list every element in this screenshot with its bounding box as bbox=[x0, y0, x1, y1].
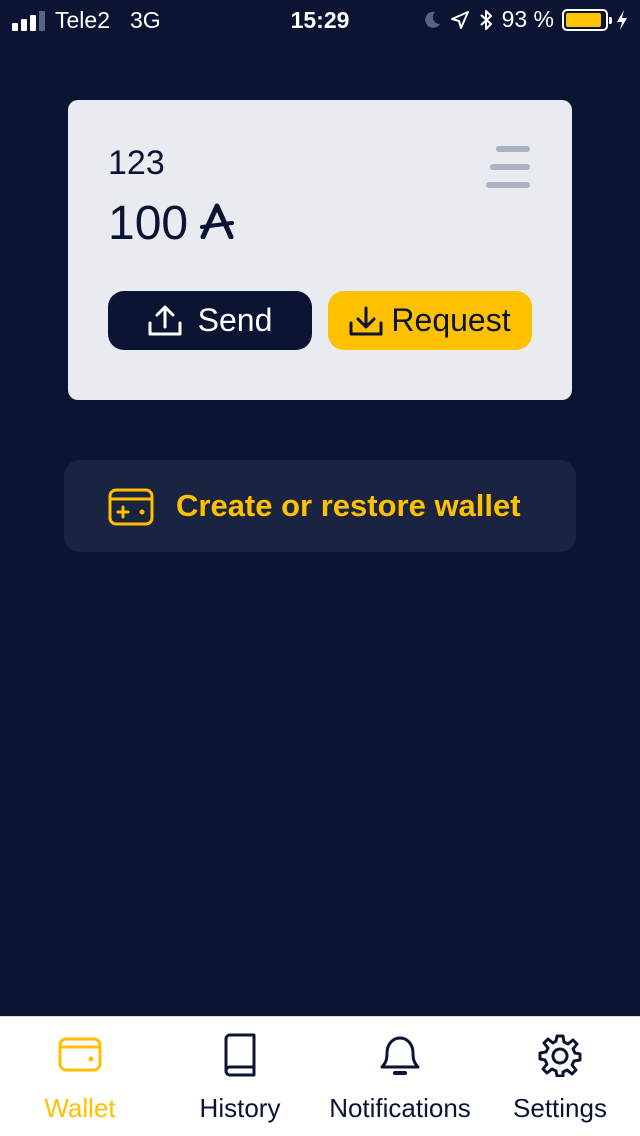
charging-bolt-icon bbox=[617, 9, 627, 30]
wallet-icon bbox=[58, 1037, 102, 1072]
tab-settings[interactable]: Settings bbox=[480, 1017, 640, 1136]
send-label: Send bbox=[197, 302, 273, 338]
create-restore-wallet-button[interactable]: Create or restore wallet bbox=[64, 460, 576, 552]
battery-icon bbox=[562, 8, 612, 31]
battery-percent: 93 % bbox=[501, 6, 554, 32]
status-bar: Tele2 3G 15:29 93 % bbox=[0, 0, 640, 40]
wallet-card: 123 100 Send Request bbox=[68, 100, 572, 400]
battery-fill bbox=[566, 12, 602, 27]
tab-label: Wallet bbox=[44, 1093, 116, 1123]
wallet-screen: Tele2 3G 15:29 93 % 123 100 Send Request… bbox=[0, 0, 640, 1136]
create-wallet-label: Create or restore wallet bbox=[176, 488, 521, 523]
upload-icon bbox=[148, 305, 182, 335]
tab-label: Settings bbox=[513, 1093, 607, 1123]
request-button[interactable]: Request bbox=[328, 291, 532, 350]
currency-a-icon bbox=[200, 196, 235, 251]
wallet-name: 123 bbox=[108, 144, 165, 182]
tab-label: Notifications bbox=[329, 1093, 471, 1123]
tab-label: History bbox=[199, 1093, 281, 1123]
status-right: 93 % bbox=[422, 6, 628, 33]
tab-wallet[interactable]: Wallet bbox=[0, 1017, 160, 1136]
wallet-balance: 100 bbox=[108, 196, 235, 251]
bell-icon bbox=[380, 1036, 420, 1075]
location-arrow-icon bbox=[450, 10, 469, 29]
request-label: Request bbox=[391, 302, 511, 338]
send-button[interactable]: Send bbox=[108, 291, 312, 350]
tab-notifications[interactable]: Notifications bbox=[320, 1017, 480, 1136]
download-icon bbox=[349, 306, 383, 335]
tab-bar: Wallet History Notifications Settings bbox=[0, 1016, 640, 1136]
moon-icon bbox=[424, 11, 440, 28]
menu-icon[interactable] bbox=[484, 144, 530, 190]
balance-amount: 100 bbox=[108, 197, 189, 250]
wallet-plus-icon bbox=[108, 488, 154, 526]
gear-icon bbox=[538, 1034, 582, 1077]
bluetooth-icon bbox=[479, 9, 492, 30]
book-icon bbox=[224, 1033, 256, 1077]
tab-history[interactable]: History bbox=[160, 1017, 320, 1136]
